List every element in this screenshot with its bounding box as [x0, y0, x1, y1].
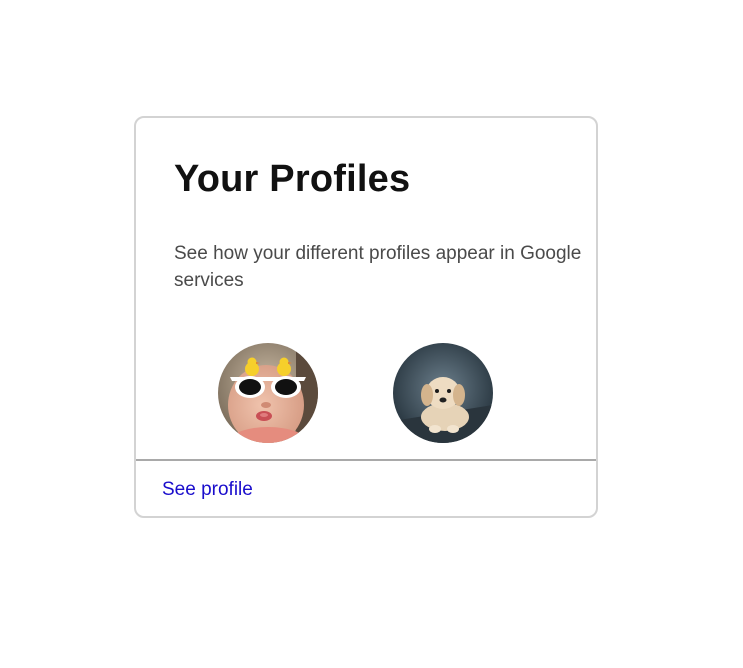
card-divider	[136, 459, 596, 461]
profiles-card: Your Profiles See how your different pro…	[134, 116, 598, 518]
card-description: See how your different profiles appear i…	[174, 243, 582, 291]
baby-with-sunglasses-icon	[218, 343, 318, 443]
profile-avatar-puppy[interactable]	[393, 343, 493, 443]
golden-retriever-puppy-icon	[393, 343, 493, 443]
profile-avatar-baby[interactable]	[218, 343, 318, 443]
see-profile-link[interactable]: See profile	[162, 479, 253, 501]
card-title: Your Profiles	[174, 158, 411, 200]
